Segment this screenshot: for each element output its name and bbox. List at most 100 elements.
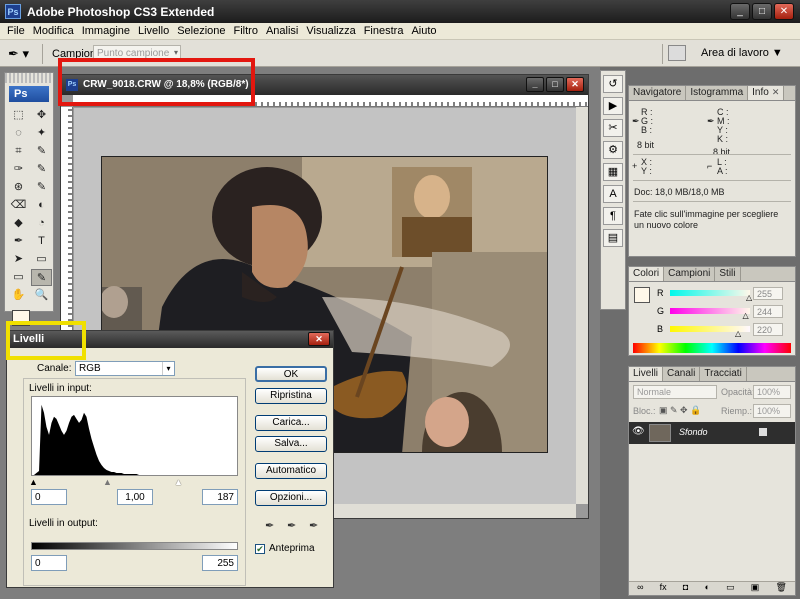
history-panel-icon[interactable]: ↺ — [603, 75, 623, 93]
tab-livelli[interactable]: Livelli — [629, 367, 664, 381]
tab-campioni[interactable]: Campioni — [664, 267, 716, 281]
trash-icon[interactable]: 🗑 — [775, 582, 786, 595]
menu-modifica[interactable]: Modifica — [30, 23, 79, 39]
menu-finestra[interactable]: Finestra — [361, 23, 409, 39]
menu-immagine[interactable]: Immagine — [79, 23, 135, 39]
black-eyedropper-icon[interactable]: ✒ — [265, 519, 277, 533]
move-tool-icon[interactable]: ✥ — [31, 107, 52, 124]
reset-button[interactable]: Ripristina — [255, 388, 327, 404]
layer-mask-icon[interactable]: ◘ — [683, 582, 688, 595]
type-tool-icon[interactable]: T — [31, 233, 52, 250]
new-layer-icon[interactable]: ▣ — [751, 582, 760, 595]
color-channel-slider[interactable] — [670, 290, 750, 296]
color-slider-handle[interactable]: △ — [743, 312, 749, 320]
color-channel-slider[interactable] — [670, 308, 750, 314]
actions-panel-icon[interactable]: ▶ — [603, 97, 623, 115]
tool-presets-icon[interactable]: ✂ — [603, 119, 623, 137]
menu-file[interactable]: File — [4, 23, 30, 39]
close-button[interactable]: ✕ — [774, 3, 794, 20]
load-button[interactable]: Carica... — [255, 415, 327, 431]
zoom-tool-icon[interactable]: 🔍 — [31, 287, 52, 304]
tab-navigatore[interactable]: Navigatore — [629, 86, 687, 100]
eye-icon[interactable]: 👁 — [632, 426, 645, 437]
blend-mode-select[interactable]: Normale — [633, 385, 717, 399]
workspace-menu[interactable]: Area di lavoro ▼ — [701, 47, 783, 59]
hand-tool-icon[interactable]: ✋ — [8, 287, 29, 304]
gamma-handle[interactable]: ▲ — [103, 478, 112, 487]
gradient-tool-icon[interactable]: ◐ — [31, 197, 52, 214]
eyedropper-icon[interactable]: ✒ ▾ — [8, 46, 32, 62]
white-eyedropper-icon[interactable]: ✒ — [309, 519, 321, 533]
output-gradient-slider[interactable] — [31, 542, 238, 550]
layer-comps-icon[interactable]: ▤ — [603, 229, 623, 247]
bridge-icon[interactable] — [668, 45, 686, 61]
eyedropper-tool-icon[interactable]: ✎ — [31, 269, 52, 286]
menu-visualizza[interactable]: Visualizza — [303, 23, 360, 39]
input-black-field[interactable]: 0 — [31, 489, 67, 505]
input-gamma-field[interactable]: 1,00 — [117, 489, 153, 505]
doc-close-button[interactable]: ✕ — [566, 77, 584, 92]
input-white-field[interactable]: 187 — [202, 489, 238, 505]
options-button[interactable]: Opzioni... — [255, 490, 327, 506]
maximize-button[interactable]: □ — [752, 3, 772, 20]
save-button[interactable]: Salva... — [255, 436, 327, 452]
tab-canali[interactable]: Canali — [663, 367, 701, 381]
output-white-field[interactable]: 255 — [202, 555, 238, 571]
clone-source-icon[interactable]: ▦ — [603, 163, 623, 181]
gray-eyedropper-icon[interactable]: ✒ — [287, 519, 299, 533]
character-panel-icon[interactable]: A — [603, 185, 623, 203]
layer-style-icon[interactable]: fx — [660, 582, 667, 595]
notes-tool-icon[interactable]: ▭ — [8, 269, 29, 286]
clone-stamp-tool-icon[interactable]: ⊛ — [8, 179, 29, 196]
input-slider[interactable] — [31, 478, 238, 486]
fill-input[interactable]: 100% — [753, 404, 791, 418]
menu-livello[interactable]: Livello — [135, 23, 174, 39]
auto-button[interactable]: Automatico — [255, 463, 327, 479]
color-channel-value[interactable]: 255 — [753, 287, 783, 300]
tab-info[interactable]: Info ✕ — [748, 86, 785, 100]
layer-row[interactable]: 👁 Sfondo — [629, 422, 795, 444]
pen-tool-icon[interactable]: ✒ — [8, 233, 29, 250]
dodge-tool-icon[interactable]: ◔ — [31, 215, 52, 232]
path-selection-tool-icon[interactable]: ➤ — [8, 251, 29, 268]
menu-analisi[interactable]: Analisi — [263, 23, 303, 39]
doc-minimize-button[interactable]: _ — [526, 77, 544, 92]
color-spectrum-bar[interactable] — [633, 343, 791, 353]
color-slider-handle[interactable]: △ — [735, 330, 741, 338]
magic-wand-tool-icon[interactable]: ✦ — [31, 125, 52, 142]
menu-selezione[interactable]: Selezione — [174, 23, 230, 39]
lasso-tool-icon[interactable]: ◌ — [8, 125, 29, 142]
color-slider-handle[interactable]: △ — [746, 294, 752, 302]
eraser-tool-icon[interactable]: ⌫ — [8, 197, 29, 214]
paragraph-panel-icon[interactable]: ¶ — [603, 207, 623, 225]
color-channel-value[interactable]: 220 — [753, 323, 783, 336]
black-point-handle[interactable]: ▲ — [29, 478, 38, 487]
white-point-handle[interactable]: ▲ — [174, 478, 183, 487]
foreground-color-swatch[interactable] — [634, 287, 650, 303]
crop-tool-icon[interactable]: ⌗ — [8, 143, 29, 160]
color-channel-value[interactable]: 244 — [753, 305, 783, 318]
opacity-input[interactable]: 100% — [753, 385, 791, 399]
menu-filtro[interactable]: Filtro — [231, 23, 263, 39]
close-icon[interactable]: ✕ — [308, 332, 330, 346]
output-black-field[interactable]: 0 — [31, 555, 67, 571]
lock-icons[interactable]: ▣ ✎ ✥ 🔒 — [659, 405, 701, 416]
vertical-scrollbar[interactable] — [576, 107, 588, 504]
link-layers-icon[interactable]: ∞ — [637, 582, 643, 595]
channel-select[interactable]: RGB ▾ — [75, 361, 175, 376]
ok-button[interactable]: OK — [255, 366, 327, 382]
tab-stili[interactable]: Stili — [715, 267, 741, 281]
new-group-icon[interactable]: ▭ — [726, 582, 735, 595]
toolbox-grip[interactable] — [5, 73, 53, 83]
adjustment-layer-icon[interactable]: ◐ — [704, 582, 709, 595]
preview-checkbox[interactable]: ✔ — [255, 544, 265, 554]
slice-tool-icon[interactable]: ✎ — [31, 143, 52, 160]
minimize-button[interactable]: _ — [730, 3, 750, 20]
tab-tracciati[interactable]: Tracciati — [700, 367, 747, 381]
menu-aiuto[interactable]: Aiuto — [408, 23, 441, 39]
history-brush-tool-icon[interactable]: ✎ — [31, 179, 52, 196]
brush-tool-icon[interactable]: ✎ — [31, 161, 52, 178]
blur-tool-icon[interactable]: ◆ — [8, 215, 29, 232]
shape-tool-icon[interactable]: ▭ — [31, 251, 52, 268]
tab-colori[interactable]: Colori — [629, 267, 665, 281]
